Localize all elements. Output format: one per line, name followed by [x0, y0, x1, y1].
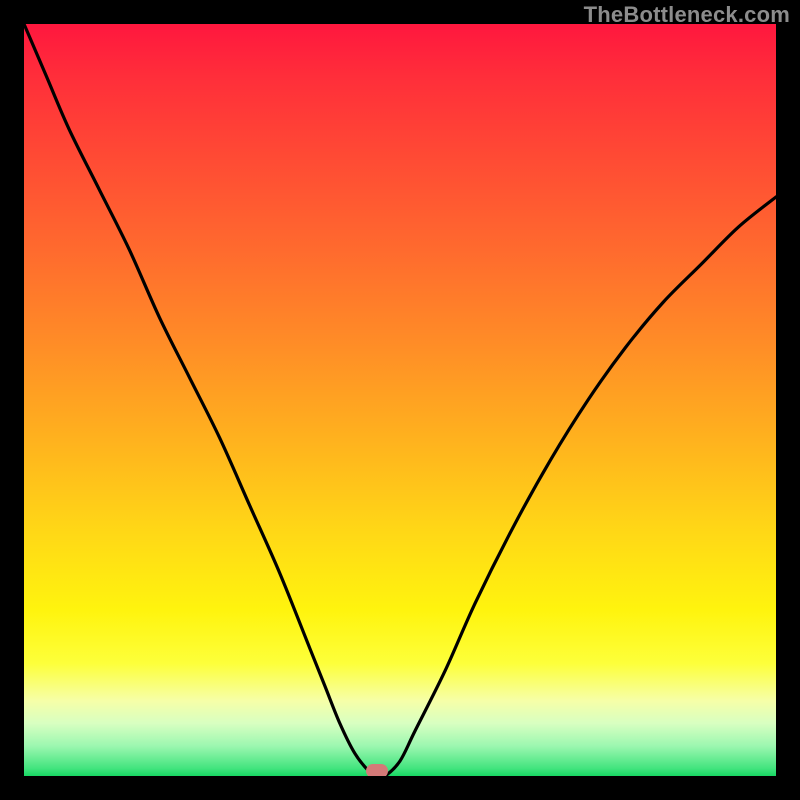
- min-marker-icon: [366, 764, 388, 776]
- plot-area: [24, 24, 776, 776]
- chart-frame: TheBottleneck.com: [0, 0, 800, 800]
- bottleneck-curve: [24, 24, 776, 776]
